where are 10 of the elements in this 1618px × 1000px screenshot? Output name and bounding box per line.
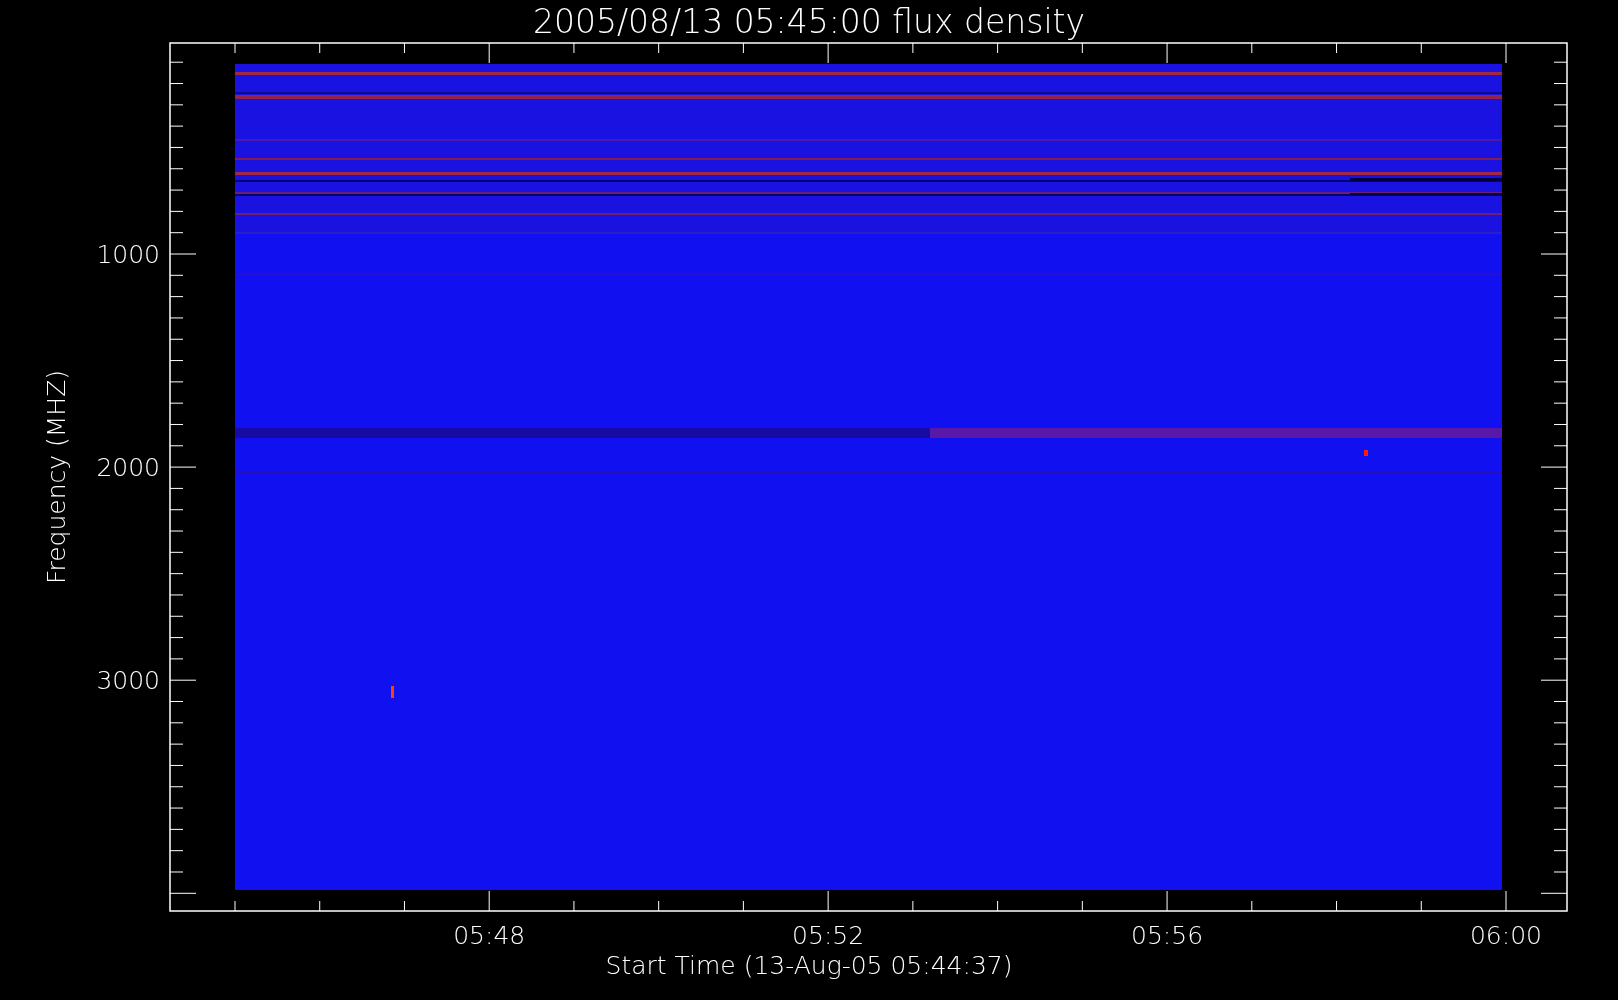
- x-tick-label: 05:52: [792, 921, 865, 950]
- x-tick-label: 05:56: [1131, 921, 1204, 950]
- x-axis-label: Start Time (13-Aug-05 05:44:37): [605, 951, 1013, 980]
- y-tick-label: 3000: [96, 666, 160, 696]
- y-tick-label: 1000: [96, 240, 160, 269]
- x-tick-label: 06:00: [1470, 921, 1542, 950]
- x-tick-label: 05:48: [453, 921, 526, 950]
- chart-title: 2005/08/13 05:45:00 flux density: [532, 2, 1086, 41]
- y-tick-label: 2000: [96, 453, 160, 483]
- y-axis-label: Frequency (MHZ): [42, 369, 71, 585]
